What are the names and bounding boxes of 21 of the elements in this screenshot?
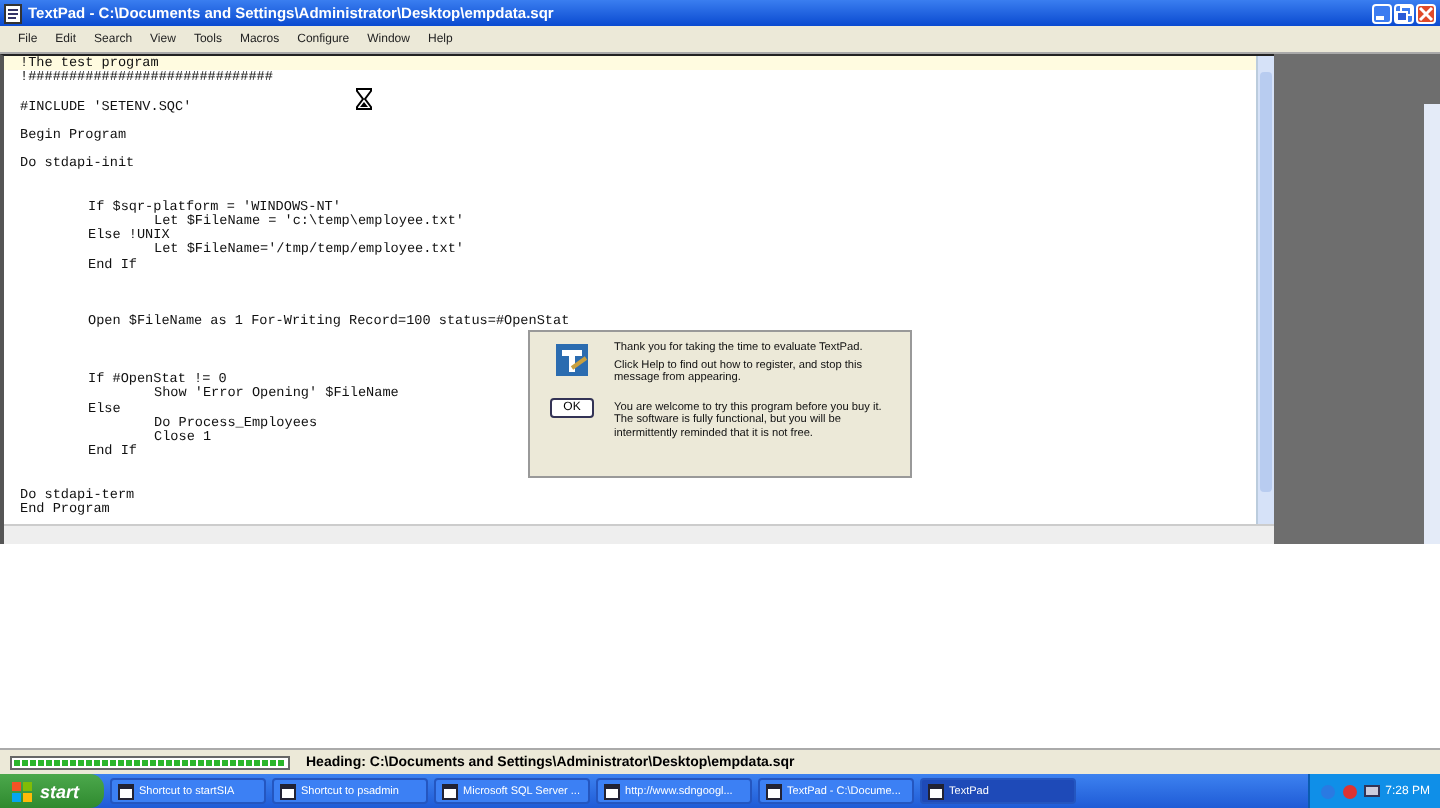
app-logo-icon — [554, 342, 590, 378]
window-icon — [279, 783, 296, 799]
network-icon — [1363, 783, 1380, 799]
vertical-scrollbar[interactable] — [1424, 104, 1440, 544]
windows-logo-icon — [12, 781, 32, 801]
restore-button[interactable] — [1394, 3, 1414, 23]
document-icon — [4, 3, 22, 23]
window-icon — [765, 783, 782, 799]
window-icon — [117, 783, 134, 799]
hourglass-icon — [356, 88, 372, 110]
minimize-icon — [1376, 15, 1384, 19]
restore-icon — [1396, 5, 1412, 21]
minimize-button[interactable] — [1372, 3, 1392, 23]
window-icon — [927, 783, 944, 799]
horizontal-scrollbar[interactable] — [4, 524, 1274, 544]
close-button[interactable] — [1416, 3, 1436, 23]
close-icon — [1418, 5, 1434, 21]
window-icon — [603, 783, 620, 799]
vertical-scrollbar[interactable] — [1256, 56, 1274, 524]
start-button[interactable]: start — [0, 774, 104, 808]
window-icon — [441, 783, 458, 799]
